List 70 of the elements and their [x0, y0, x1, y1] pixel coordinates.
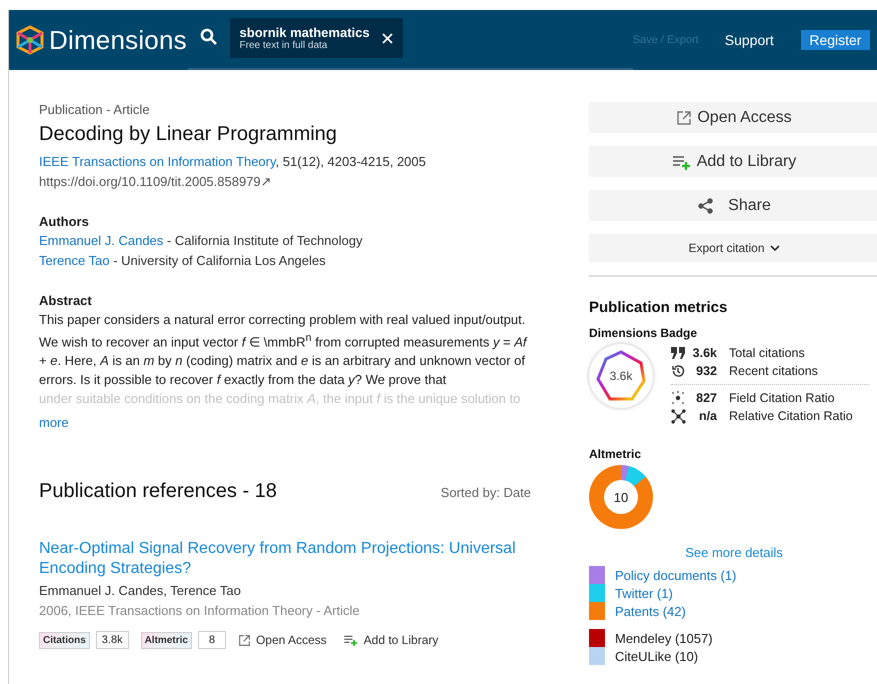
abstract-faded-text: under suitable conditions on the coding matrix A, the input f is the unique solution to: [39, 390, 522, 408]
search-query-chip[interactable]: sbornik mathematics Free text in full data: [230, 18, 403, 58]
see-more-details-link[interactable]: See more details: [685, 543, 783, 562]
altmetric-score: 10: [604, 480, 638, 514]
add-to-library-button[interactable]: Add to Library: [589, 146, 877, 177]
journal-citation: IEEE Transactions on Information Theory, 51(12), 4203-4215, 2005: [39, 153, 427, 171]
badge-value: 3.6k: [610, 369, 632, 383]
stat-label: Recent citations: [729, 364, 819, 378]
publication-title: Decoding by Linear Programming: [39, 123, 338, 146]
citations-count: 3.8k: [96, 631, 129, 650]
abstract-text: This paper considers a natural error correcting problem with real valued input/output. We wish to recover an input vector f ∈ \mmbR$^{n}$ from corrupted measurements y = Af + e. Here, A is an m by n (coding) matrix and e is an arbitrary and unknown vector of errors. Is it possible to recover f exactly from the data y? We prove that: [39, 311, 528, 390]
external-link-icon: [238, 634, 251, 647]
history-icon: [671, 364, 685, 378]
stat-value: 932: [695, 364, 718, 378]
add-to-library-link[interactable]: Add to Library: [342, 633, 438, 648]
altmetric-badge[interactable]: Altmetric: [140, 632, 192, 649]
support-link[interactable]: Support: [724, 32, 774, 48]
legend-label: Mendeley (1057): [615, 630, 713, 646]
close-icon[interactable]: [382, 32, 393, 44]
stat-label: Total citations: [729, 346, 806, 360]
author-line: Emmanuel J. Candes - California Institute of Technology: [39, 232, 364, 250]
search-query: sbornik mathematics: [240, 25, 370, 40]
authors-heading: Authors: [39, 214, 90, 229]
reference-title-link[interactable]: Near-Optimal Signal Recovery from Random Projections: Universal Encoding Strategies?: [39, 539, 531, 580]
legend-link[interactable]: Patents (42): [615, 604, 686, 618]
share-button[interactable]: Share: [589, 190, 877, 221]
register-button[interactable]: Register: [800, 30, 870, 50]
stat-value: 827: [695, 391, 718, 405]
author-line: Terence Tao - University of California Los Angeles: [39, 252, 327, 270]
legend-link[interactable]: Policy documents (1): [615, 568, 736, 582]
dimensions-badge[interactable]: 3.6k: [589, 344, 653, 408]
open-access-link[interactable]: Open Access: [238, 633, 327, 648]
stat-value: 3.6k: [692, 346, 718, 360]
search-hint: Free text in full data: [240, 40, 328, 51]
external-link-icon: [676, 110, 692, 126]
stat-value: n/a: [698, 409, 718, 423]
more-link[interactable]: more: [39, 413, 69, 432]
quote-icon: [671, 347, 685, 359]
stat-label: Relative Citation Ratio: [729, 409, 854, 423]
badge-ring-drawing: [594, 349, 648, 403]
author-link[interactable]: Terence Tao: [39, 253, 110, 268]
journal-link[interactable]: IEEE Transactions on Information Theory: [39, 154, 276, 169]
references-heading: Publication references - 18: [39, 480, 277, 504]
logo-icon: [15, 25, 45, 55]
badge-heading: Dimensions Badge: [589, 326, 698, 340]
stat-label: Field Citation Ratio: [729, 391, 836, 405]
add-list-icon: [672, 154, 692, 170]
altmetric-count: 8: [198, 631, 226, 650]
add-list-icon: [342, 634, 359, 646]
citations-badge[interactable]: Citations: [39, 632, 90, 649]
abstract-heading: Abstract: [39, 293, 93, 308]
metrics-heading: Publication metrics: [589, 299, 728, 316]
chevron-down-icon: [770, 245, 780, 251]
search-icon[interactable]: [200, 28, 218, 46]
network-icon: [671, 408, 686, 424]
altmetric-donut[interactable]: 10: [589, 465, 653, 529]
legend-link[interactable]: Twitter (1): [615, 586, 673, 600]
logo-text: Dimensions: [49, 24, 187, 56]
open-access-button[interactable]: Open Access: [589, 102, 877, 133]
export-citation-button[interactable]: Export citation: [589, 234, 877, 262]
sort-label[interactable]: Sorted by: Date: [440, 483, 531, 502]
reference-authors: Emmanuel J. Candes, Terence Tao: [39, 582, 242, 600]
publication-type: Publication - Article: [39, 101, 151, 119]
author-link[interactable]: Emmanuel J. Candes: [39, 233, 164, 248]
altmetric-heading: Altmetric: [589, 447, 642, 461]
doi-link[interactable]: https://doi.org/10.1109/tit.2005.858979↗: [39, 174, 272, 189]
legend-label: CiteULike (10): [615, 648, 698, 664]
reference-meta: 2006, IEEE Transactions on Information Theory - Article: [39, 602, 361, 620]
share-icon: [697, 196, 716, 214]
node-cluster-icon: [671, 391, 685, 405]
